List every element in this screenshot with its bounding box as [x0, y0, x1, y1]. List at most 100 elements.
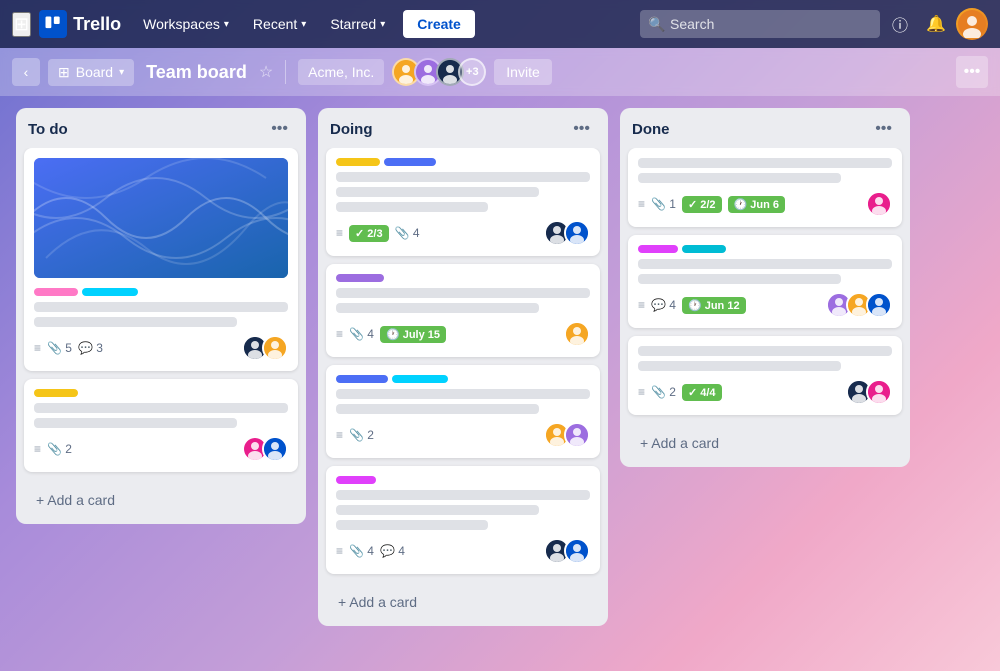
card-text-line [336, 505, 539, 515]
invite-button[interactable]: Invite [494, 59, 551, 85]
card-labels [336, 375, 590, 383]
due-date: 🕐 Jun 12 [682, 297, 746, 314]
add-card-button-doing[interactable]: + Add a card [326, 586, 600, 618]
card-labels [638, 245, 892, 253]
card-meta: ≡ 📎 2 [336, 428, 536, 442]
card-text-line [336, 520, 488, 530]
description-icon: ≡ [34, 341, 41, 355]
card-avatar[interactable] [866, 292, 892, 318]
card-footer: ≡ 📎 4 🕐 July 15 [336, 321, 590, 347]
card-avatar[interactable] [866, 191, 892, 217]
label-yellow [34, 389, 78, 397]
label-purple [336, 274, 384, 282]
card-avatar[interactable] [262, 335, 288, 361]
user-avatar[interactable] [956, 8, 988, 40]
card-doing-4[interactable]: ≡ 📎 4 💬 4 [326, 466, 600, 574]
create-button[interactable]: Create [403, 10, 475, 38]
cards-container-doing: ≡ ✓ 2/3 📎 4 [318, 148, 608, 582]
checklist-badge: ✓ 2/3 [349, 225, 389, 242]
attachments-count: 📎 2 [651, 385, 676, 399]
column-menu-todo[interactable]: ••• [265, 118, 294, 140]
card-avatars [544, 220, 590, 246]
card-done-1[interactable]: ≡ 📎 1 ✓ 2/2 🕐 Jun 6 [628, 148, 902, 227]
label-teal [682, 245, 726, 253]
trello-logo[interactable]: Trello [39, 10, 121, 38]
notifications-icon-button[interactable]: 🔔 [920, 8, 952, 40]
card-footer: ≡ 📎 1 ✓ 2/2 🕐 Jun 6 [638, 191, 892, 217]
card-avatars [846, 379, 892, 405]
more-options-button[interactable]: ••• [956, 56, 988, 88]
card-avatar[interactable] [564, 422, 590, 448]
card-text-line [336, 404, 539, 414]
card-text-line [638, 274, 841, 284]
due-date: 🕐 Jun 6 [728, 196, 785, 213]
card-doing-3[interactable]: ≡ 📎 2 [326, 365, 600, 458]
card-avatar[interactable] [564, 321, 590, 347]
card-footer: ≡ ✓ 2/3 📎 4 [336, 220, 590, 246]
comments-count: 💬 4 [651, 298, 676, 312]
workspaces-menu[interactable]: Workspaces ▾ [133, 10, 239, 38]
column-header-todo: To do ••• [16, 108, 306, 148]
column-menu-doing[interactable]: ••• [567, 118, 596, 140]
card-text-line [336, 187, 539, 197]
card-footer: ≡ 📎 5 💬 3 [34, 335, 288, 361]
description-icon: ≡ [638, 197, 645, 211]
card-avatar[interactable] [564, 220, 590, 246]
search-input[interactable] [640, 10, 880, 38]
checklist-badge: ✓ 4/4 [682, 384, 722, 401]
card-text-line [336, 303, 539, 313]
card-meta: ≡ 📎 5 💬 3 [34, 341, 234, 355]
card-text-line [336, 389, 590, 399]
info-icon-button[interactable]: ⓘ [884, 8, 916, 40]
sidebar-toggle-button[interactable]: ‹ [12, 58, 40, 86]
cards-container-done: ≡ 📎 1 ✓ 2/2 🕐 Jun 6 [620, 148, 910, 423]
card-avatars [242, 335, 288, 361]
grid-icon[interactable]: ⊞ [12, 12, 31, 37]
card-doing-1[interactable]: ≡ ✓ 2/3 📎 4 [326, 148, 600, 256]
recent-menu[interactable]: Recent ▾ [243, 10, 316, 38]
add-card-button-todo[interactable]: + Add a card [24, 484, 298, 516]
description-icon: ≡ [638, 385, 645, 399]
card-todo-1[interactable]: ≡ 📎 5 💬 3 [24, 148, 298, 371]
column-todo: To do ••• [16, 108, 306, 524]
star-button[interactable]: ☆ [259, 62, 273, 82]
starred-menu[interactable]: Starred ▾ [320, 10, 395, 38]
workspace-button[interactable]: Acme, Inc. [298, 59, 384, 85]
card-avatar[interactable] [866, 379, 892, 405]
card-meta: ≡ 📎 2 [34, 442, 234, 456]
add-card-button-done[interactable]: + Add a card [628, 427, 902, 459]
card-cover [34, 158, 288, 278]
card-meta: ≡ 💬 4 🕐 Jun 12 [638, 297, 818, 314]
card-doing-2[interactable]: ≡ 📎 4 🕐 July 15 [326, 264, 600, 357]
due-date: 🕐 July 15 [380, 326, 446, 343]
board-title: Team board [142, 62, 251, 83]
card-todo-2[interactable]: ≡ 📎 2 [24, 379, 298, 472]
card-labels [336, 158, 590, 166]
board-view-button[interactable]: ⊞ Board ▾ [48, 59, 134, 86]
card-avatars [826, 292, 892, 318]
top-nav: ⊞ Trello Workspaces ▾ Recent ▾ Starred ▾… [0, 0, 1000, 48]
divider [285, 60, 286, 84]
label-cyan [392, 375, 448, 383]
description-icon: ≡ [638, 298, 645, 312]
search-wrapper: 🔍 [640, 10, 880, 38]
column-header-doing: Doing ••• [318, 108, 608, 148]
member-avatar-count[interactable]: +3 [458, 58, 486, 86]
comments-count: 💬 3 [78, 341, 103, 355]
card-text-line [34, 418, 237, 428]
description-icon: ≡ [336, 428, 343, 442]
card-avatar[interactable] [564, 538, 590, 564]
card-text-line [34, 403, 288, 413]
card-meta: ≡ 📎 4 💬 4 [336, 544, 536, 558]
card-avatar[interactable] [262, 436, 288, 462]
card-done-3[interactable]: ≡ 📎 2 ✓ 4/4 [628, 336, 902, 415]
card-meta: ≡ ✓ 2/3 📎 4 [336, 225, 536, 242]
label-magenta [336, 476, 376, 484]
card-text-line [638, 158, 892, 168]
comments-count: 💬 4 [380, 544, 405, 558]
column-menu-done[interactable]: ••• [869, 118, 898, 140]
column-title-done: Done [632, 121, 670, 138]
card-avatars [866, 191, 892, 217]
card-done-2[interactable]: ≡ 💬 4 🕐 Jun 12 [628, 235, 902, 328]
attachments-count: 📎 4 [395, 226, 420, 240]
